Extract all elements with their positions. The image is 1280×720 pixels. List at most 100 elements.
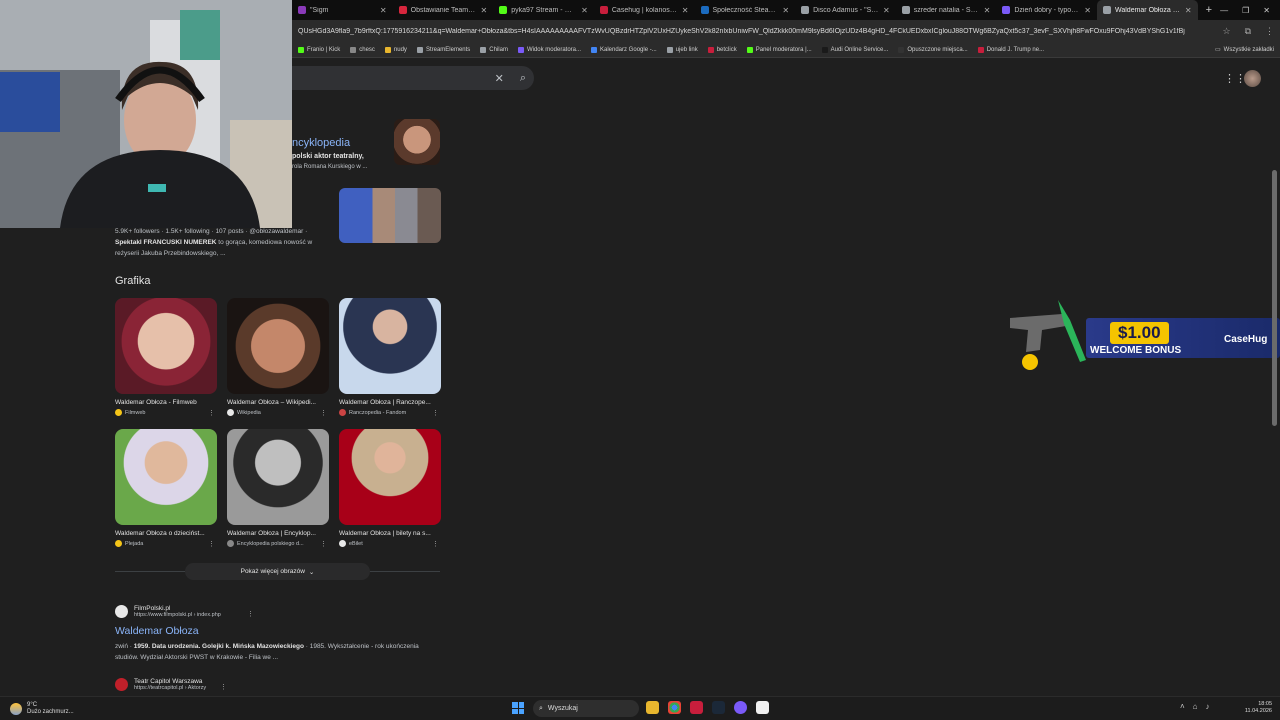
search-box[interactable]: ✕ ⌕ xyxy=(292,66,534,90)
search-icon[interactable]: ⌕ xyxy=(520,72,526,85)
extensions-icon[interactable]: ⧉ xyxy=(1245,26,1251,37)
browser-tab[interactable]: Casehug | kolanoskopia ✕ xyxy=(594,0,695,20)
wiki-thumbnail[interactable] xyxy=(394,119,440,165)
account-avatar[interactable] xyxy=(1244,70,1261,87)
image-source[interactable]: Encyklopedia polskiego d... ⋮ xyxy=(227,540,329,548)
browser-tab[interactable]: Disco Adamus - "Sigma B ✕ xyxy=(795,0,896,20)
more-icon[interactable]: ⋮ xyxy=(320,540,327,548)
browser-tab[interactable]: Obstawianie Team Franio ✕ xyxy=(393,0,494,20)
new-tab-icon[interactable]: + xyxy=(1198,4,1220,16)
bookmark-item[interactable]: nudy xyxy=(384,46,407,53)
menu-icon[interactable]: ⋮ xyxy=(1265,26,1274,37)
close-icon[interactable]: ✕ xyxy=(682,6,689,15)
image-thumbnail[interactable] xyxy=(227,429,329,525)
browser-tab[interactable]: pyka97 Stream - Watch Li ✕ xyxy=(493,0,594,20)
more-icon[interactable]: ⋮ xyxy=(432,540,439,548)
bookmark-item[interactable]: Franio | Kick xyxy=(298,46,340,53)
image-source[interactable]: Filmweb ⋮ xyxy=(115,409,217,417)
result-site-2[interactable]: Teatr Capitol Warszawa https://teatrcapi… xyxy=(115,677,227,691)
image-caption[interactable]: Waldemar Obłoza | Encyklop... xyxy=(227,530,323,537)
image-thumbnail[interactable] xyxy=(227,298,329,394)
more-icon[interactable]: ⋮ xyxy=(208,409,215,417)
image-result[interactable]: Waldemar Obłoza - Filmweb Filmweb ⋮ xyxy=(115,298,217,417)
network-icon[interactable]: ⌂ xyxy=(1193,702,1198,711)
bookmark-item[interactable]: Opuszczone miejsca... xyxy=(898,46,968,53)
bookmark-item[interactable]: chesc xyxy=(350,46,375,53)
image-source[interactable]: eBilet ⋮ xyxy=(339,540,441,548)
browser-tab[interactable]: Waldemar Obłoza - Szuk ✕ xyxy=(1097,0,1198,20)
image-result[interactable]: Waldemar Obłoza | bilety na s... eBilet ⋮ xyxy=(339,429,441,548)
image-source[interactable]: Ranczopedia - Fandom ⋮ xyxy=(339,409,441,417)
result-title-link[interactable]: Waldemar Obłoza xyxy=(115,625,199,637)
more-icon[interactable]: ⋮ xyxy=(208,540,215,548)
chevron-up-icon[interactable]: ˄ xyxy=(1180,702,1185,711)
minimize-icon[interactable]: — xyxy=(1220,6,1228,15)
close-icon[interactable]: ✕ xyxy=(581,6,588,15)
more-icon[interactable]: ⋮ xyxy=(220,683,227,691)
result-site[interactable]: FilmPolski.pl https://www.filmpolski.pl … xyxy=(115,604,254,618)
weather-widget[interactable]: 9°C Dużo zachmurz... xyxy=(10,702,74,716)
bookmark-item[interactable]: betclick xyxy=(707,46,737,53)
image-result[interactable]: Waldemar Obłoza – Wikipedi... Wikipedia ⋮ xyxy=(227,298,329,417)
browser-tab[interactable]: Dzień dobry - typowy str ✕ xyxy=(996,0,1097,20)
start-icon[interactable] xyxy=(512,702,524,714)
image-caption[interactable]: Waldemar Obłoza - Filmweb xyxy=(115,399,211,406)
scrollbar[interactable] xyxy=(1272,170,1277,426)
bookmark-item[interactable]: Donald J. Trump ne... xyxy=(977,46,1044,53)
image-result[interactable]: Waldemar Obłoza | Encyklop... Encyklopedi… xyxy=(227,429,329,548)
more-icon[interactable]: ⋮ xyxy=(320,409,327,417)
image-source[interactable]: Wikipedia ⋮ xyxy=(227,409,329,417)
app-icon[interactable] xyxy=(690,701,703,714)
wiki-link[interactable]: ncyklopedia xyxy=(292,137,350,149)
taskbar-search[interactable]: ⌕ Wyszukaj xyxy=(533,700,639,717)
image-caption[interactable]: Waldemar Obłoza | Ranczope... xyxy=(339,399,435,406)
close-icon[interactable]: ✕ xyxy=(883,6,890,15)
image-thumbnail[interactable] xyxy=(115,298,217,394)
image-thumbnail[interactable] xyxy=(339,298,441,394)
url-text[interactable]: QUsHGd3A9fla9_7b9rftxQ:1775916234211&q=W… xyxy=(298,28,1208,35)
image-source[interactable]: Plejada ⋮ xyxy=(115,540,217,548)
close-icon[interactable]: ✕ xyxy=(1084,6,1091,15)
system-tray[interactable]: ˄ ⌂ ♪ xyxy=(1180,702,1210,711)
bookmark-item[interactable]: Kalendarz Google -... xyxy=(591,46,657,53)
bookmark-item[interactable]: ujeb link xyxy=(666,46,698,53)
image-thumbnail[interactable] xyxy=(115,429,217,525)
image-caption[interactable]: Waldemar Obłoza | bilety na s... xyxy=(339,530,435,537)
bookmark-item[interactable]: Audi Online Service... xyxy=(821,46,888,53)
clock[interactable]: 18:05 11.04.2026 xyxy=(1240,701,1272,715)
collage-thumbnail[interactable] xyxy=(339,188,441,243)
browser-tab[interactable]: Społeczność Steam :: kola✕ xyxy=(695,0,796,20)
more-icon[interactable]: ⋮ xyxy=(247,610,254,618)
discord-icon[interactable] xyxy=(734,701,747,714)
all-bookmarks-folder[interactable]: ▭ Wszystkie zakładki xyxy=(1215,46,1274,54)
file-explorer-icon[interactable] xyxy=(646,701,659,714)
browser-tab[interactable]: szreder natalia - Szukaj w ✕ xyxy=(896,0,997,20)
image-caption[interactable]: Waldemar Obłoza – Wikipedi... xyxy=(227,399,323,406)
close-window-icon[interactable]: ✕ xyxy=(1263,6,1270,15)
chrome-icon[interactable] xyxy=(668,701,681,714)
image-caption[interactable]: Waldemar Obłoza o dziecińst... xyxy=(115,530,211,537)
more-icon[interactable]: ⋮ xyxy=(432,409,439,417)
address-bar[interactable]: QUsHGd3A9fla9_7b9rftxQ:1775916234211&q=W… xyxy=(292,20,1280,42)
bookmark-item[interactable]: StreamElements xyxy=(416,46,470,53)
casehug-ad-banner[interactable]: $1.00 WELCOME BONUS CaseHug xyxy=(1006,300,1280,378)
restore-icon[interactable]: ❐ xyxy=(1242,6,1249,15)
browser-tab[interactable]: "Sigm ✕ xyxy=(292,0,393,20)
close-icon[interactable]: ✕ xyxy=(380,6,387,15)
app-icon-2[interactable] xyxy=(756,701,769,714)
bookmark-item[interactable]: Chilam xyxy=(480,46,508,53)
close-icon[interactable]: ✕ xyxy=(984,6,991,15)
star-icon[interactable]: ☆ xyxy=(1222,26,1230,37)
close-icon[interactable]: ✕ xyxy=(782,6,789,15)
bookmark-item[interactable]: Panel moderatora |... xyxy=(746,46,812,53)
close-icon[interactable]: ✕ xyxy=(481,6,488,15)
image-thumbnail[interactable] xyxy=(339,429,441,525)
bookmark-item[interactable]: Widok moderatora... xyxy=(517,46,581,53)
close-icon[interactable]: ✕ xyxy=(1185,6,1192,15)
image-result[interactable]: Waldemar Obłoza | Ranczope... Ranczopedia… xyxy=(339,298,441,417)
clear-icon[interactable]: ✕ xyxy=(495,72,504,85)
show-more-images-button[interactable]: Pokaż więcej obrazów ⌄ xyxy=(185,563,370,580)
image-result[interactable]: Waldemar Obłoza o dziecińst... Plejada ⋮ xyxy=(115,429,217,548)
steam-icon[interactable] xyxy=(712,701,725,714)
volume-icon[interactable]: ♪ xyxy=(1206,702,1210,711)
